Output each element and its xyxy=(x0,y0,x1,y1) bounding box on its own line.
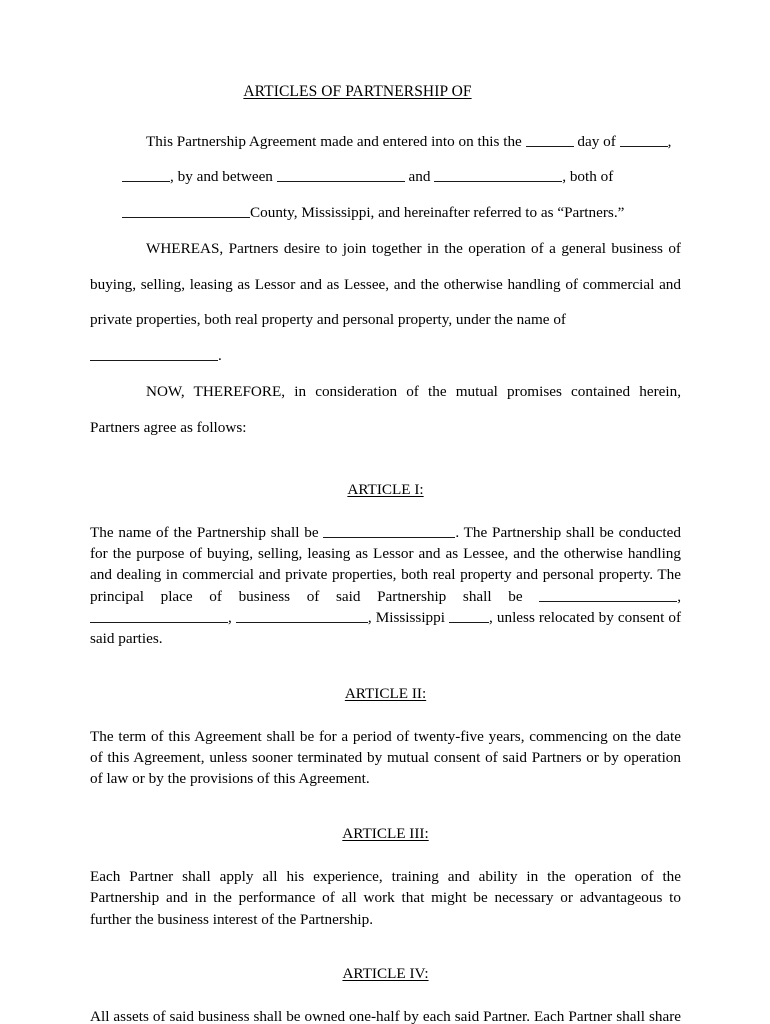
article-1-text-c: , xyxy=(677,587,681,605)
spacer-before-article-1 xyxy=(90,446,681,482)
article-3-body: Each Partner shall apply all his experie… xyxy=(90,867,681,928)
preamble-line2-text-b: and xyxy=(408,168,431,186)
now-therefore-paragraph: NOW, THEREFORE, in consideration of the … xyxy=(90,374,681,446)
spacer-before-article-4 xyxy=(90,930,681,966)
spacer-after-article-3-heading xyxy=(90,841,681,866)
whereas-end-text: . xyxy=(218,347,222,365)
preamble-line3-text: County, Mississippi, and hereinafter ref… xyxy=(250,204,625,222)
blank-county[interactable] xyxy=(122,203,250,219)
preamble-block: This Partnership Agreement made and ente… xyxy=(90,124,681,446)
blank-partner-one[interactable] xyxy=(276,167,405,183)
preamble-line1-text-a: This Partnership Agreement made and ente… xyxy=(146,132,522,150)
blank-year[interactable] xyxy=(122,167,170,183)
blank-address-street[interactable] xyxy=(539,586,678,602)
article-2-body: The term of this Agreement shall be for … xyxy=(90,727,681,788)
article-1-body: The name of the Partnership shall be . T… xyxy=(90,522,681,650)
document-page: ARTICLES OF PARTNERSHIP OF This Partners… xyxy=(0,0,770,1024)
preamble-line-3: County, Mississippi, and hereinafter ref… xyxy=(90,195,681,231)
spacer-before-article-2 xyxy=(90,650,681,686)
spacer-after-article-4-heading xyxy=(90,981,681,1006)
document-body: ARTICLES OF PARTNERSHIP OF This Partners… xyxy=(90,84,681,1024)
preamble-line1-text-c: , xyxy=(667,132,672,150)
blank-address-line2[interactable] xyxy=(90,608,228,624)
blank-zip[interactable] xyxy=(449,608,490,624)
spacer-after-article-1-heading xyxy=(90,497,681,522)
preamble-line-2: , by and between and , both of xyxy=(90,159,681,195)
article-2-heading: ARTICLE II: xyxy=(90,686,681,701)
preamble-line2-text-c: , both of xyxy=(562,168,614,186)
article-1-text-a: The name of the Partnership shall be xyxy=(90,523,319,541)
now-therefore-text: NOW, THEREFORE, in consideration of the … xyxy=(90,383,681,436)
preamble-line1-text-b: day of xyxy=(577,132,616,150)
preamble-line-1: This Partnership Agreement made and ente… xyxy=(90,124,681,160)
preamble-line2-text-a: , by and between xyxy=(170,168,273,186)
blank-city[interactable] xyxy=(235,608,368,624)
article-1-text-d: , xyxy=(228,609,232,627)
blank-partner-two[interactable] xyxy=(434,167,563,183)
whereas-text: WHEREAS, Partners desire to join togethe… xyxy=(90,239,681,329)
spacer-before-article-3 xyxy=(90,790,681,826)
title-blank[interactable] xyxy=(472,84,528,99)
document-title: ARTICLES OF PARTNERSHIP OF xyxy=(90,84,681,100)
blank-month[interactable] xyxy=(619,131,668,147)
blank-partnership-name[interactable] xyxy=(90,346,218,362)
article-4-body: All assets of said business shall be own… xyxy=(90,1008,681,1024)
blank-day[interactable] xyxy=(525,131,574,147)
article-1-heading: ARTICLE I: xyxy=(90,482,681,497)
article-3-heading-text: ARTICLE III: xyxy=(342,824,429,842)
article-3-heading: ARTICLE III: xyxy=(90,826,681,841)
article-4-heading-text: ARTICLE IV: xyxy=(342,964,429,982)
whereas-name-line: . xyxy=(90,338,681,374)
spacer-after-article-2-heading xyxy=(90,701,681,726)
article-4-heading: ARTICLE IV: xyxy=(90,966,681,981)
document-title-text: ARTICLES OF PARTNERSHIP OF xyxy=(243,83,472,100)
whereas-paragraph: WHEREAS, Partners desire to join togethe… xyxy=(90,231,681,338)
article-1-text-e: , Mississippi xyxy=(367,609,445,627)
article-1-heading-text: ARTICLE I: xyxy=(347,480,424,498)
article-2-heading-text: ARTICLE II: xyxy=(344,684,427,702)
blank-partnership-title[interactable] xyxy=(323,522,456,538)
